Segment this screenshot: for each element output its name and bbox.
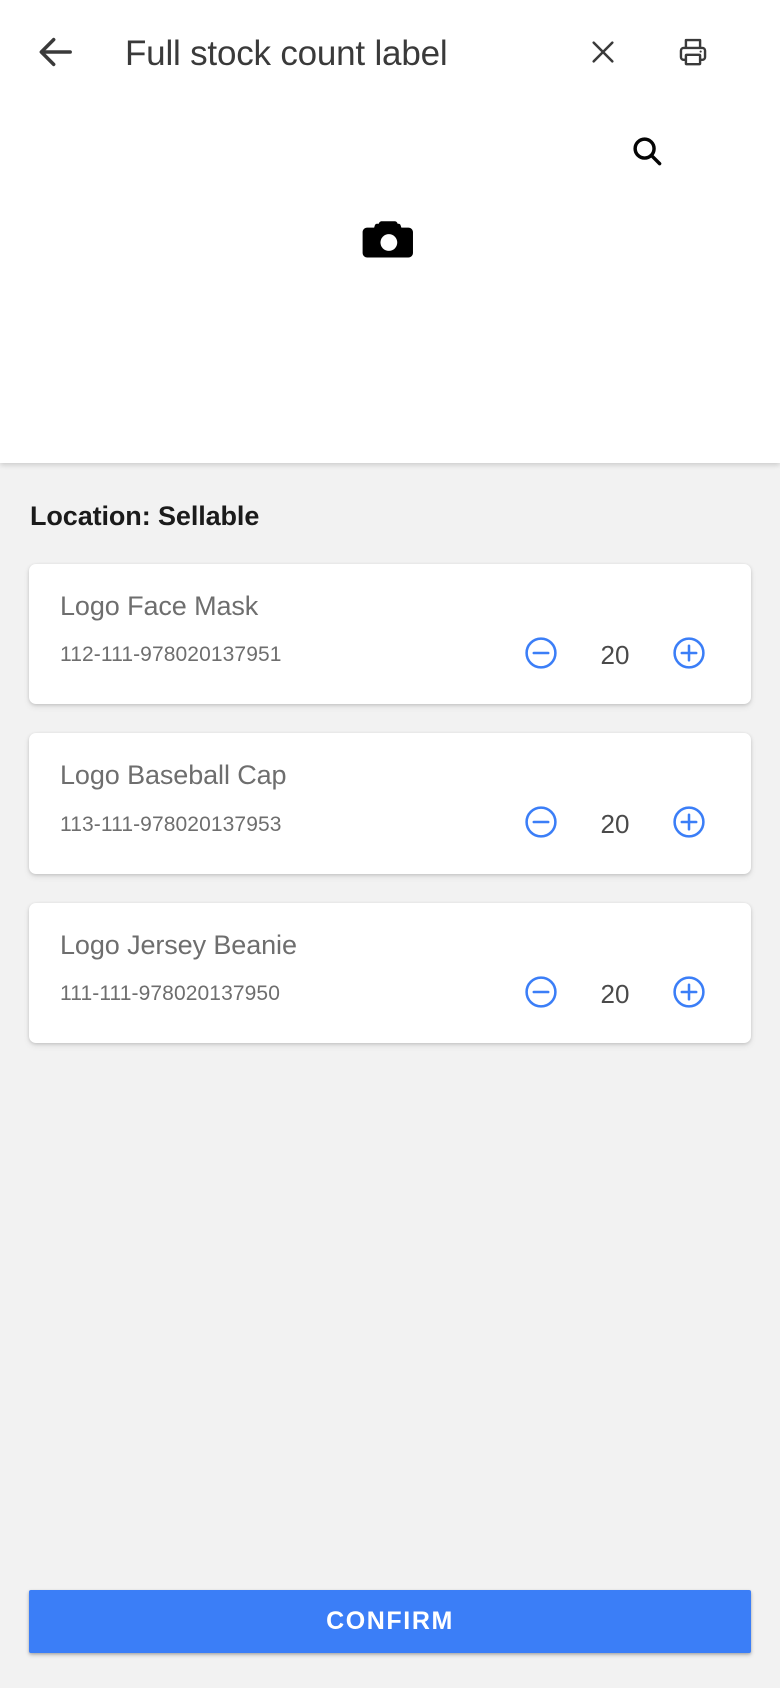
list-item[interactable]: Logo Jersey Beanie 111-111-978020137950 <box>29 902 751 1044</box>
product-detail-row: 112-111-978020137951 20 <box>60 636 720 674</box>
app-bar: Full stock count label <box>0 0 780 108</box>
quantity-value[interactable]: 20 <box>560 640 670 671</box>
printer-icon <box>676 35 710 74</box>
print-button[interactable] <box>668 29 718 79</box>
back-button[interactable] <box>30 28 82 80</box>
product-name: Logo Baseball Cap <box>60 760 287 791</box>
confirm-button[interactable]: CONFIRM <box>29 1590 751 1653</box>
close-button[interactable] <box>578 29 628 79</box>
plus-circle-icon <box>671 974 707 1015</box>
product-list: Logo Face Mask 112-111-978020137951 20 L… <box>0 532 780 1044</box>
footer-action-bar: CONFIRM <box>0 1590 780 1688</box>
quantity-value[interactable]: 20 <box>560 809 670 840</box>
list-item[interactable]: Logo Baseball Cap 113-111-978020137953 2… <box>29 733 751 874</box>
product-detail-row: 113-111-978020137953 20 <box>60 806 720 844</box>
product-sku: 112-111-978020137951 <box>60 643 282 667</box>
product-detail-row: 111-111-978020137950 20 <box>60 975 720 1013</box>
location-heading: Location: Sellable <box>30 501 260 531</box>
product-sku: 113-111-978020137953 <box>60 812 282 836</box>
plus-circle-icon <box>671 804 707 845</box>
minus-circle-icon <box>523 974 559 1015</box>
search-button[interactable] <box>623 129 671 177</box>
increment-button[interactable] <box>670 636 708 674</box>
page-title: Full stock count label <box>125 34 448 73</box>
scanner-viewport <box>0 108 780 463</box>
minus-circle-icon <box>523 804 559 845</box>
decrement-button[interactable] <box>522 806 560 844</box>
product-sku: 111-111-978020137950 <box>60 982 280 1006</box>
minus-circle-icon <box>523 635 559 676</box>
product-name: Logo Jersey Beanie <box>60 929 297 960</box>
content-area: Location: Sellable Logo Face Mask 112-11… <box>0 463 780 1688</box>
product-name: Logo Face Mask <box>60 591 259 621</box>
quantity-stepper: 20 <box>522 975 708 1013</box>
scanner-panel: Full stock count label <box>0 0 780 463</box>
list-item[interactable]: Logo Face Mask 112-111-978020137951 20 <box>29 564 751 705</box>
app-screen: Full stock count label Location: Sellabl… <box>0 0 780 1688</box>
search-icon <box>629 133 665 174</box>
close-icon <box>587 36 619 73</box>
decrement-button[interactable] <box>522 636 560 674</box>
app-bar-actions <box>578 29 780 79</box>
increment-button[interactable] <box>670 975 708 1013</box>
camera-capture-button[interactable] <box>0 217 780 268</box>
quantity-stepper: 20 <box>522 806 708 844</box>
quantity-stepper: 20 <box>522 636 708 674</box>
plus-circle-icon <box>671 635 707 676</box>
quantity-value[interactable]: 20 <box>560 979 670 1010</box>
decrement-button[interactable] <box>522 975 560 1013</box>
arrow-left-icon <box>36 32 76 77</box>
camera-icon <box>361 217 419 268</box>
increment-button[interactable] <box>670 806 708 844</box>
